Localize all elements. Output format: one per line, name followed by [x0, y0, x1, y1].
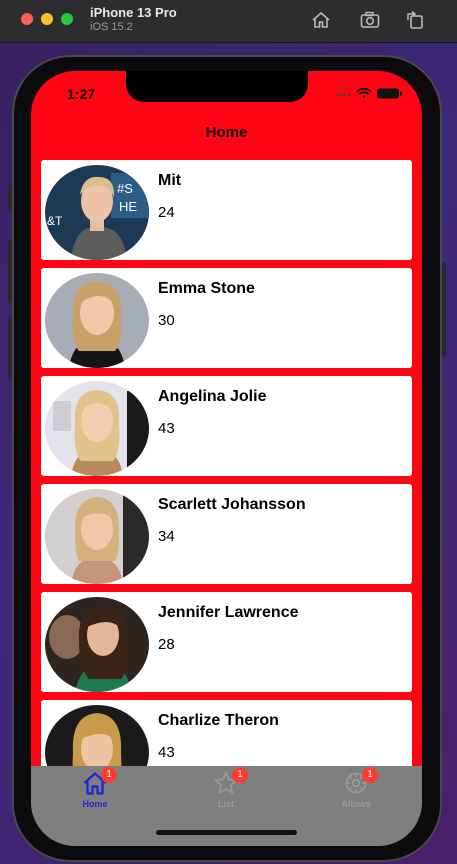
person-age: 34 — [158, 528, 175, 545]
app-screen: 1:27 Home #S HE &T Mit 24 Emma Stone 30 … — [31, 71, 422, 846]
person-age: 30 — [158, 312, 175, 329]
tab-badge: 1 — [362, 767, 378, 783]
person-age: 43 — [158, 420, 175, 437]
avatar — [45, 597, 149, 692]
person-age: 28 — [158, 636, 175, 653]
simulator-title-bar: iPhone 13 Pro iOS 15.2 — [0, 0, 457, 43]
person-name: Scarlett Johansson — [158, 496, 306, 513]
list-item[interactable]: Emma Stone 30 — [41, 268, 412, 368]
device-name: iPhone 13 Pro — [90, 5, 177, 20]
close-window-button[interactable] — [21, 13, 33, 25]
tab-home[interactable]: 1 Home — [55, 766, 135, 826]
list-item[interactable]: #S HE &T Mit 24 — [41, 160, 412, 260]
person-age: 43 — [158, 744, 175, 761]
tab-label: Allows — [341, 799, 371, 809]
zoom-window-button[interactable] — [61, 13, 73, 25]
tab-label: Home — [82, 799, 108, 809]
list-item[interactable]: Scarlett Johansson 34 — [41, 484, 412, 584]
screenshot-icon[interactable] — [359, 9, 381, 31]
svg-text:#S: #S — [117, 181, 133, 196]
avatar — [45, 489, 149, 584]
avatar — [45, 381, 149, 476]
mute-switch — [8, 185, 12, 211]
minimize-window-button[interactable] — [41, 13, 53, 25]
notch — [126, 71, 308, 102]
status-time: 1:27 — [67, 86, 96, 102]
tab-badge: 1 — [232, 767, 248, 783]
person-name: Mit — [158, 172, 182, 189]
list-item[interactable]: Angelina Jolie 43 — [41, 376, 412, 476]
person-name: Jennifer Lawrence — [158, 604, 299, 621]
signal-dots-icon — [335, 93, 351, 97]
person-name: Angelina Jolie — [158, 388, 267, 405]
os-version: iOS 15.2 — [90, 21, 133, 33]
person-name: Emma Stone — [158, 280, 255, 297]
list-item[interactable]: Jennifer Lawrence 28 — [41, 592, 412, 692]
home-indicator[interactable] — [156, 830, 297, 835]
tab-allows[interactable]: 1 Allows — [316, 766, 396, 826]
status-icons — [335, 87, 402, 99]
person-name: Charlize Theron — [158, 712, 279, 729]
home-icon[interactable] — [310, 9, 332, 31]
volume-up-button — [8, 240, 12, 302]
svg-text:HE: HE — [119, 199, 137, 214]
svg-text:&T: &T — [47, 214, 63, 228]
power-button — [442, 262, 446, 357]
volume-down-button — [8, 318, 12, 380]
rotate-icon[interactable] — [404, 9, 426, 31]
tab-badge: 1 — [101, 767, 117, 783]
battery-icon — [377, 88, 402, 99]
tab-label: List — [217, 799, 234, 809]
avatar: #S HE &T — [45, 165, 149, 260]
avatar — [45, 273, 149, 368]
wifi-icon — [356, 87, 372, 98]
person-age: 24 — [158, 204, 175, 221]
page-title: Home — [205, 124, 248, 141]
tab-list[interactable]: 1 List — [186, 766, 266, 826]
